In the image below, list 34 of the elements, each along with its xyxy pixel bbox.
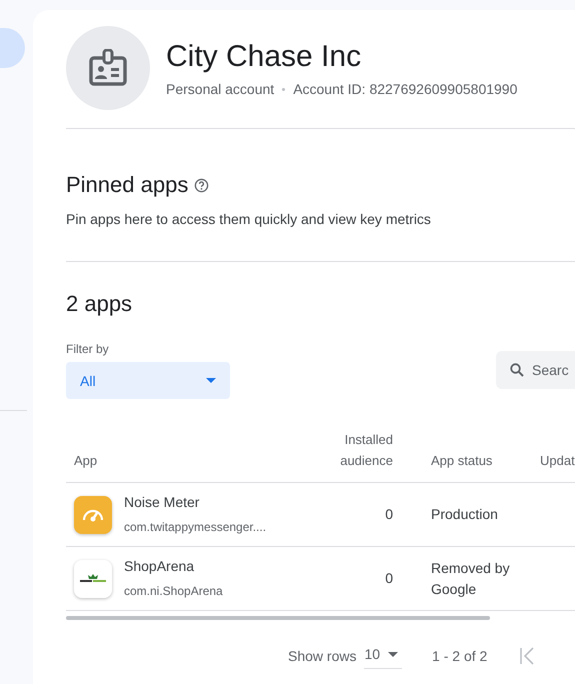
table-cell: Removed by Google [393, 547, 540, 611]
app-name[interactable]: ShopArena [124, 556, 223, 576]
section-title: Pinned apps [66, 171, 188, 199]
nav-highlight[interactable] [0, 28, 25, 68]
table-cell: 0 [336, 547, 393, 611]
filter-label: Filter by [66, 342, 110, 356]
gauge-icon [74, 496, 112, 534]
filter-dropdown[interactable]: All [66, 362, 230, 399]
rows-label: Show rows [288, 648, 356, 664]
section-description: Pin apps here to access them quickly and view key metrics [66, 211, 432, 227]
search-field[interactable]: Searc [496, 351, 575, 389]
account-name: City Chase Inc [166, 39, 362, 75]
caret-icon [206, 378, 216, 383]
store-logo-icon [74, 560, 112, 598]
first-page-button[interactable] [519, 646, 536, 664]
page-range: 1 - 2 of 2 [432, 648, 488, 664]
table-cell: Production [393, 483, 540, 547]
search-icon [510, 363, 524, 377]
table-cell: 0 [336, 483, 393, 547]
section-title: 2 apps [66, 290, 132, 318]
column-header: App [66, 450, 336, 483]
column-header: App status [393, 450, 540, 483]
app-name[interactable]: Noise Meter [124, 492, 266, 512]
account-type: Personal account [166, 81, 274, 97]
caret-icon [388, 652, 398, 656]
rows-dropdown[interactable]: 10 [364, 642, 402, 669]
help-icon[interactable] [194, 178, 210, 192]
column-header: Updat [540, 450, 575, 483]
package-name: com.twitappymessenger.... [124, 518, 266, 536]
package-name: com.ni.ShopArena [124, 582, 223, 600]
separator-dot [282, 88, 286, 90]
scrollbar-thumb[interactable] [66, 616, 490, 620]
account-id: Account ID: 8227692609905801990 [293, 81, 518, 97]
column-header: Installed audience [336, 429, 393, 483]
